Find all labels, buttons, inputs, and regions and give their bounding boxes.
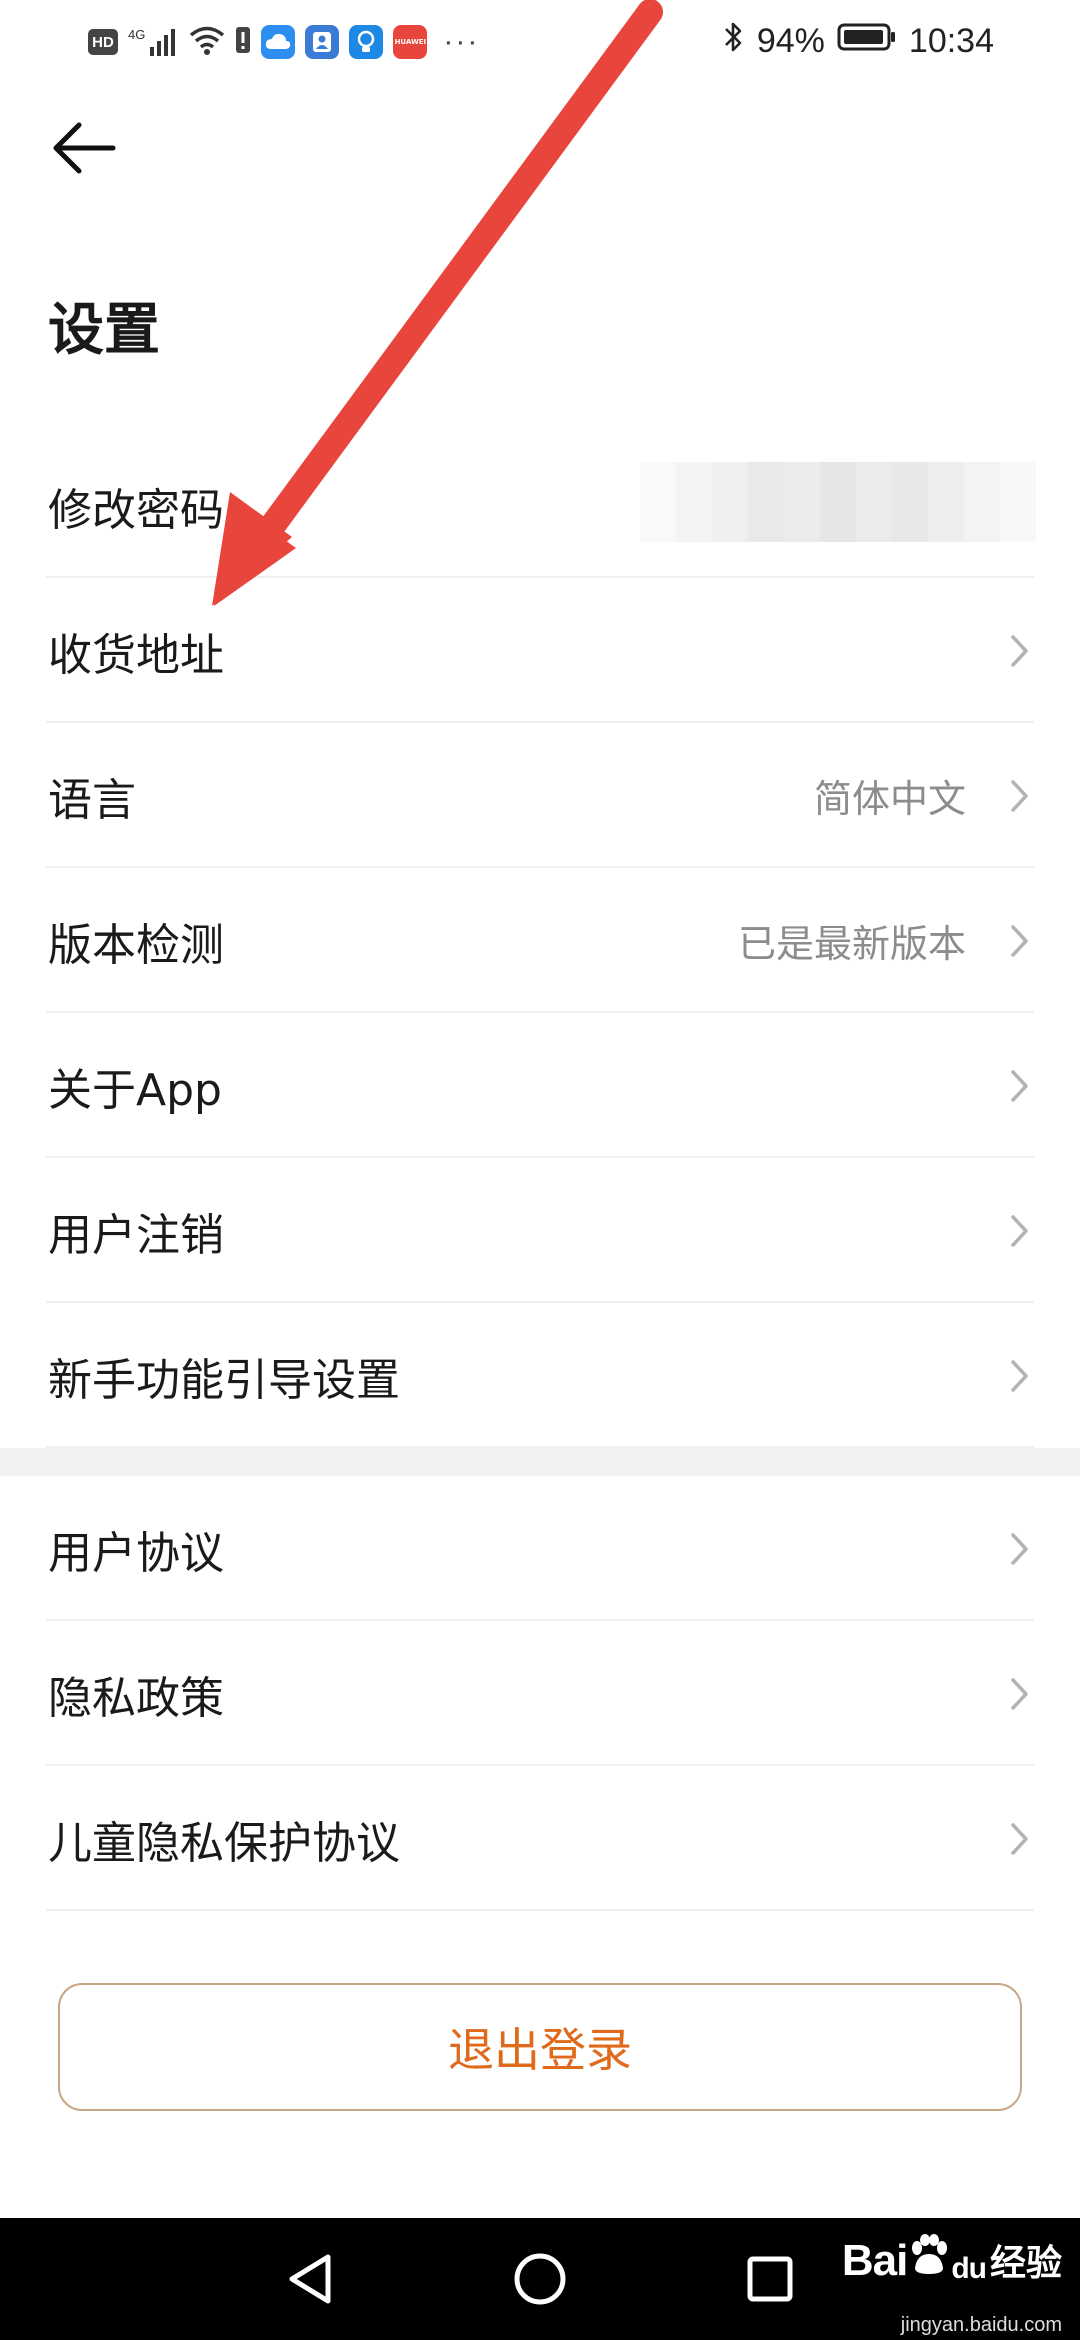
settings-item-label: 儿童隐私保护协议 xyxy=(48,1817,400,1869)
status-right: 94% 10:34 xyxy=(723,18,994,64)
language-value: 简体中文 xyxy=(813,777,966,821)
cloud-icon xyxy=(261,25,296,59)
settings-item-language[interactable]: 语言 简体中文 xyxy=(0,723,1080,868)
contacts-icon xyxy=(305,25,340,59)
nav-recents-button[interactable] xyxy=(735,2246,805,2312)
settings-item-label: 新手功能引导设置 xyxy=(48,1354,400,1406)
settings-item-child-privacy[interactable]: 儿童隐私保护协议 xyxy=(0,1766,1080,1911)
battery-icon xyxy=(837,22,897,61)
chevron-right-icon xyxy=(1008,923,1032,959)
page-title: 设置 xyxy=(48,298,160,363)
system-nav-bar: Bai du 经验 jingyan.baidu.com xyxy=(0,2218,1080,2340)
settings-item-label: 收货地址 xyxy=(48,629,224,681)
hd-badge: HD xyxy=(88,29,118,55)
chevron-right-icon xyxy=(1008,778,1032,814)
watermark-brand-suffix: du xyxy=(951,2252,987,2285)
chevron-right-icon xyxy=(1008,1531,1032,1567)
wifi-icon xyxy=(189,25,225,59)
chevron-right-icon xyxy=(1008,1676,1032,1712)
settings-item-label: 用户注销 xyxy=(48,1209,224,1261)
settings-item-user-agreement[interactable]: 用户协议 xyxy=(0,1476,1080,1621)
signal-icon: 4G xyxy=(128,27,179,57)
bluetooth-icon xyxy=(723,20,745,63)
baidu-watermark: Bai du 经验 xyxy=(842,2234,1062,2286)
chevron-right-icon xyxy=(1008,1358,1032,1394)
settings-item-label: 隐私政策 xyxy=(48,1672,224,1724)
bulb-icon xyxy=(349,25,384,59)
settings-item-shipping-address[interactable]: 收货地址 xyxy=(0,578,1080,723)
settings-item-label: 语言 xyxy=(48,774,136,826)
triangle-back-icon xyxy=(289,2254,331,2304)
redacted-area xyxy=(640,462,1050,542)
alert-icon xyxy=(235,25,251,59)
nav-back-button[interactable] xyxy=(275,2246,345,2312)
watermark-text: 经验 xyxy=(989,2243,1062,2284)
nav-home-button[interactable] xyxy=(505,2246,575,2312)
version-status: 已是最新版本 xyxy=(737,922,966,966)
battery-percent: 94% xyxy=(756,21,825,60)
chevron-right-icon xyxy=(1008,1821,1032,1857)
watermark-url: jingyan.baidu.com xyxy=(900,2314,1062,2336)
section-divider xyxy=(0,1448,1080,1476)
chevron-right-icon xyxy=(1008,1213,1032,1249)
more-notifications-icon: ··· xyxy=(443,25,480,58)
huawei-icon: HUAWEI xyxy=(393,25,428,59)
back-arrow-icon xyxy=(53,122,116,174)
settings-item-newbie-guide[interactable]: 新手功能引导设置 xyxy=(0,1303,1080,1448)
status-bar: HD 4G HUAWEI ··· 94% 10:34 xyxy=(0,0,1080,84)
square-recents-icon xyxy=(747,2256,793,2302)
logout-button[interactable]: 退出登录 xyxy=(58,1983,1022,2111)
settings-list-agreements: 用户协议 隐私政策 儿童隐私保护协议 xyxy=(0,1476,1080,1911)
settings-item-account-cancel[interactable]: 用户注销 xyxy=(0,1158,1080,1303)
paw-icon xyxy=(909,2234,949,2286)
chevron-right-icon xyxy=(1008,1068,1032,1104)
status-left: HD 4G HUAWEI ··· xyxy=(88,20,479,64)
clock: 10:34 xyxy=(908,21,994,60)
settings-item-label: 用户协议 xyxy=(48,1527,224,1579)
settings-item-label: 关于App xyxy=(48,1064,222,1116)
settings-item-version-check[interactable]: 版本检测 已是最新版本 xyxy=(0,868,1080,1013)
back-button[interactable] xyxy=(44,112,124,184)
settings-item-about-app[interactable]: 关于App xyxy=(0,1013,1080,1158)
watermark-brand: Bai xyxy=(841,2236,908,2285)
settings-item-label: 版本检测 xyxy=(48,919,224,971)
settings-item-privacy-policy[interactable]: 隐私政策 xyxy=(0,1621,1080,1766)
settings-list-main: 修改密码 收货地址 语言 简体中文 版本检测 已是最新版本 关于App 用户注销… xyxy=(0,433,1080,1448)
chevron-right-icon xyxy=(1008,633,1032,669)
circle-home-icon xyxy=(514,2253,566,2305)
network-label: 4G xyxy=(128,27,146,42)
